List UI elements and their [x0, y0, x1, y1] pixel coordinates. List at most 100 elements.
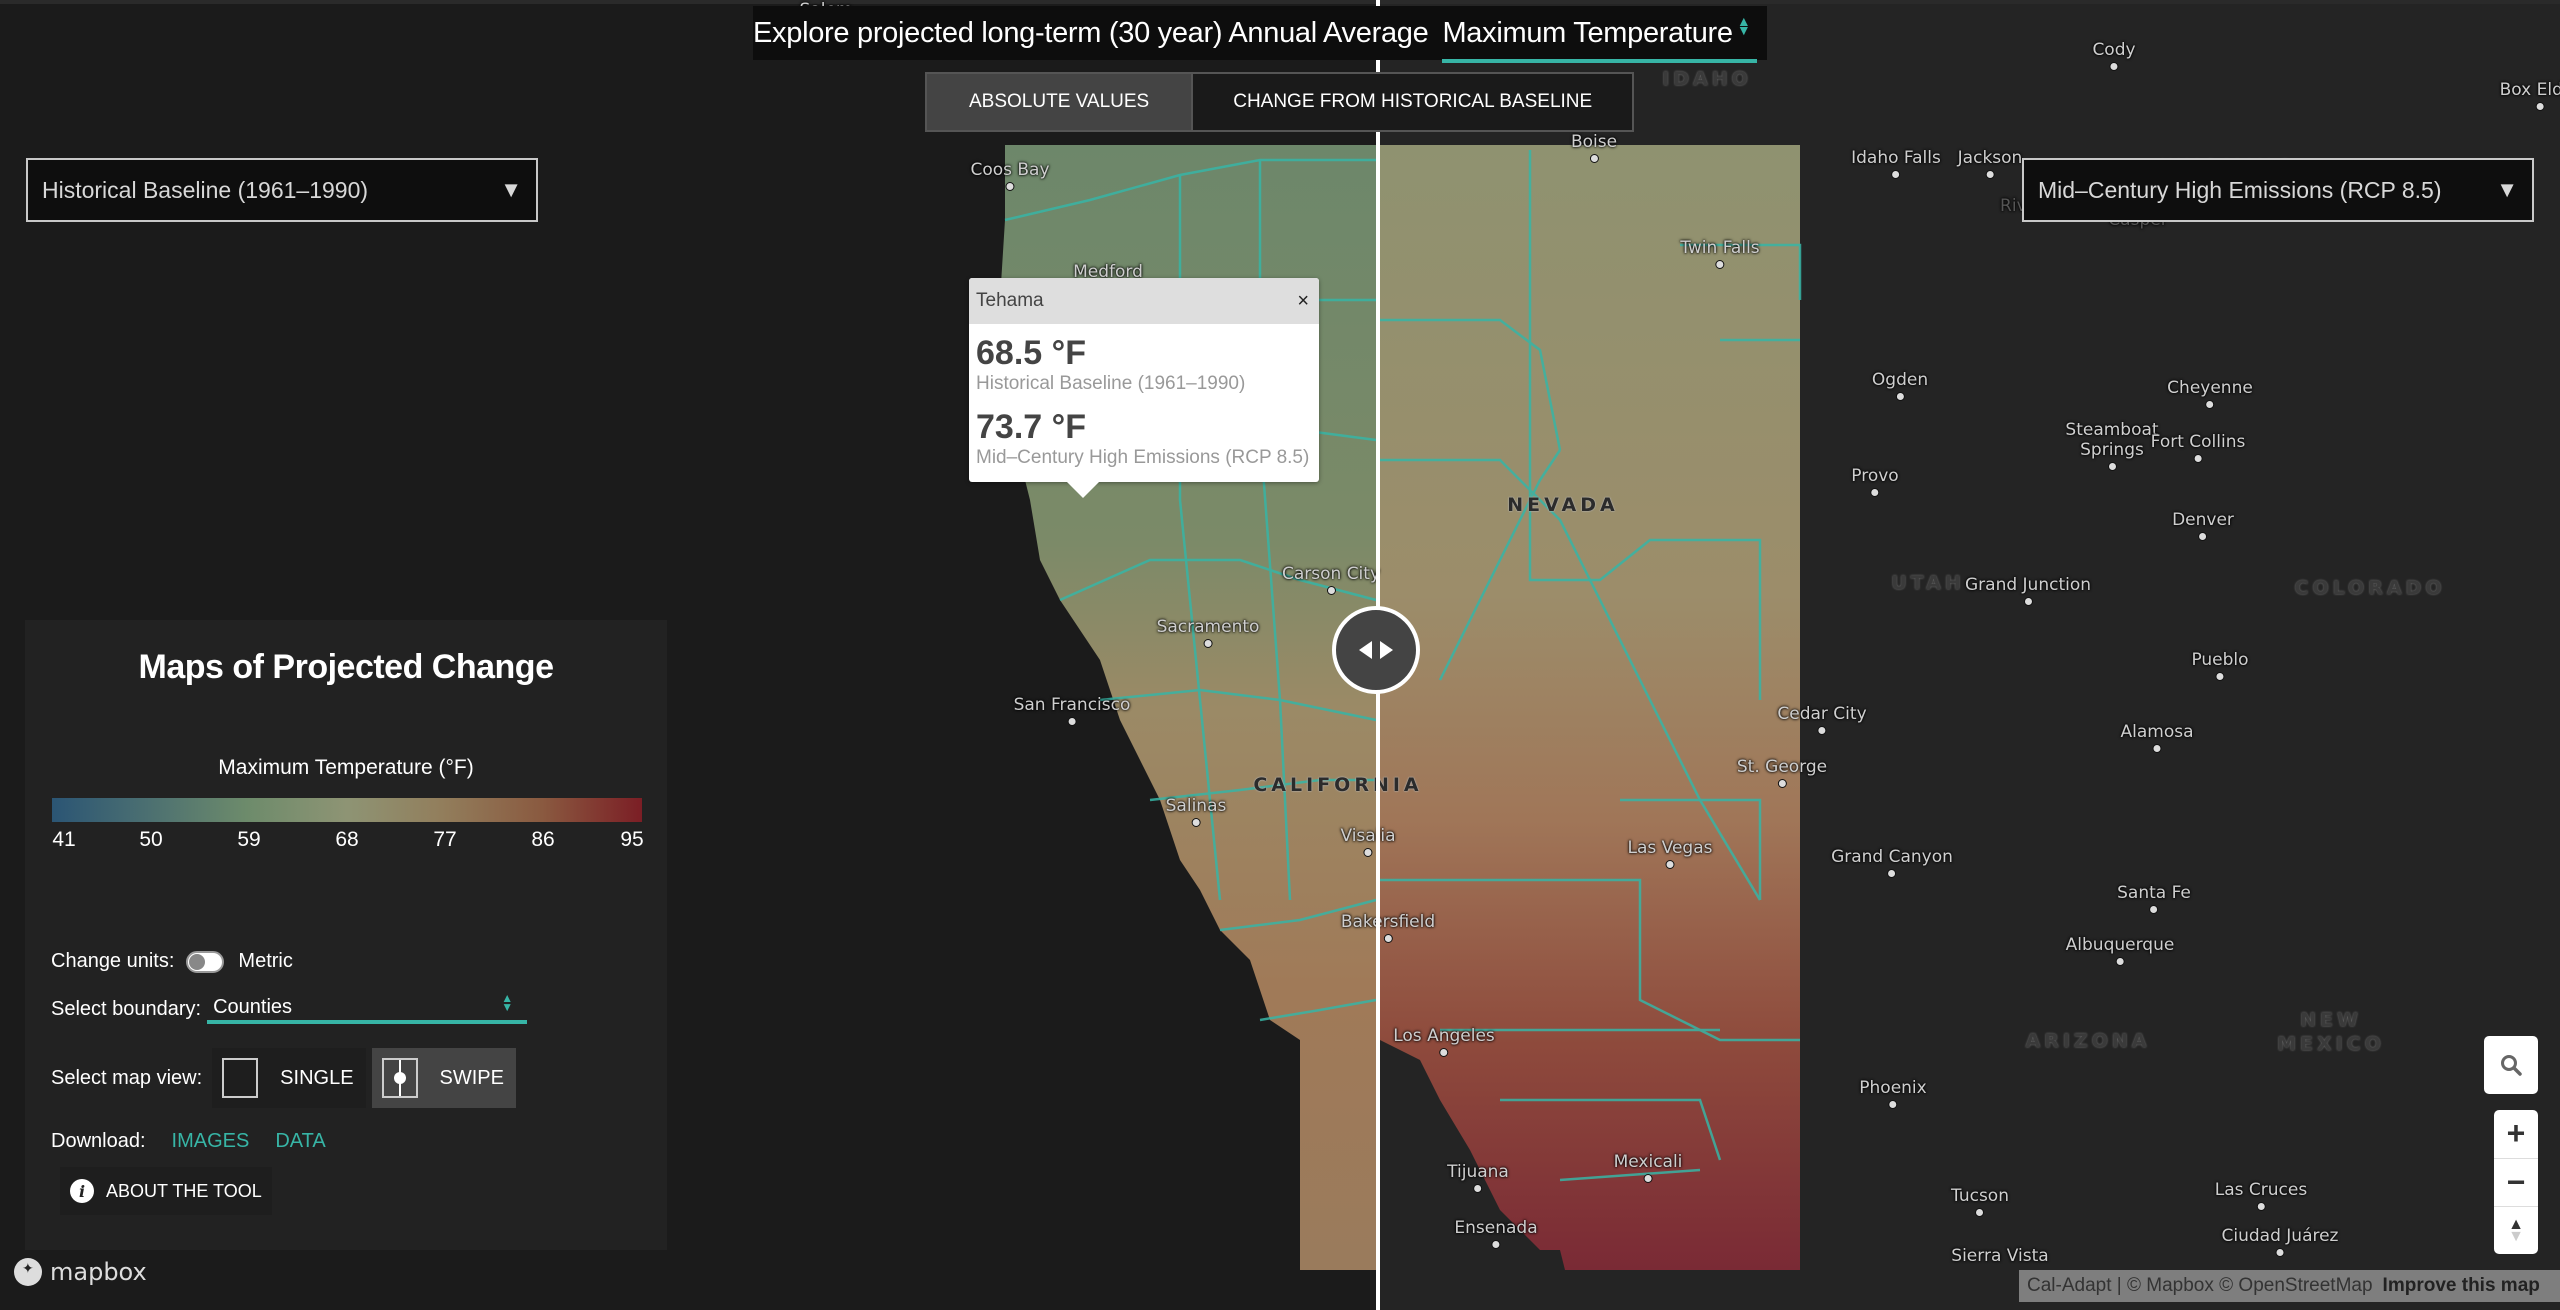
city-label: Grand Junction [1965, 575, 2091, 606]
select-caret-icon: ▲ ▼ [1736, 13, 1751, 38]
boundary-select-value: Counties [213, 995, 293, 1018]
title-bar: Explore projected long-term (30 year) An… [753, 6, 1767, 63]
popup-body: 68.5 °F Historical Baseline (1961–1990) … [969, 324, 1319, 482]
city-label: Salinas [1166, 796, 1226, 827]
map-attribution: Cal-Adapt | © Mapbox © OpenStreetMap Imp… [2019, 1270, 2560, 1302]
units-label: Change units: [51, 950, 175, 972]
state-label: CALIFORNIA [1253, 774, 1423, 796]
compass-south-icon: ▼ [2508, 1227, 2524, 1245]
state-label: ARIZONA [2025, 1030, 2151, 1052]
city-label: Las Cruces [2215, 1180, 2307, 1211]
navigation-control: + − ▲ ▼ [2494, 1110, 2538, 1254]
state-label: NEVADA [1507, 494, 1619, 516]
city-label: Jackson [1958, 148, 2022, 179]
zoom-out-button[interactable]: − [2494, 1159, 2538, 1208]
legend-tick: 68 [335, 828, 359, 851]
right-scenario-select[interactable]: Mid–Century High Emissions (RCP 8.5) ▼ [2022, 158, 2534, 222]
city-label: Bakersfield [1341, 912, 1435, 943]
mapview-label: Select map view: [51, 1066, 203, 1089]
geocoder-control[interactable] [2484, 1036, 2538, 1094]
city-label: Box Elder [2500, 80, 2560, 111]
city-label: Las Vegas [1628, 838, 1712, 869]
legend-tick: 41 [52, 828, 76, 851]
mapbox-logo-icon [14, 1258, 42, 1286]
city-label: Albuquerque [2066, 935, 2174, 966]
boundary-label: Select boundary: [51, 997, 202, 1020]
units-option-label: Metric [238, 950, 293, 972]
city-label: Denver [2172, 510, 2234, 541]
city-label: Santa Fe [2117, 883, 2191, 914]
download-images-link[interactable]: IMAGES [172, 1130, 250, 1153]
city-label: Coos Bay [970, 160, 1050, 191]
popup-projected-value: 73.7 °F [976, 408, 1086, 446]
left-scenario-value: Historical Baseline (1961–1990) [42, 176, 369, 203]
city-label: Tijuana [1447, 1162, 1509, 1193]
single-view-button[interactable]: SINGLE [212, 1048, 366, 1108]
legend-colorbar [52, 798, 642, 822]
city-label: Mexicali [1614, 1152, 1682, 1183]
city-label: Idaho Falls [1851, 148, 1941, 179]
absolute-values-button[interactable]: ABSOLUTE VALUES [927, 74, 1194, 130]
mapbox-logo-text: mapbox [50, 1258, 147, 1286]
city-label: Ciudad Juárez [2222, 1226, 2338, 1257]
city-label: Ensenada [1454, 1218, 1538, 1249]
single-view-label: SINGLE [280, 1066, 354, 1089]
city-label: Twin Falls [1680, 238, 1760, 269]
swipe-view-label: SWIPE [439, 1066, 504, 1089]
panel-title: Maps of Projected Change [138, 648, 554, 686]
search-button[interactable] [2484, 1036, 2538, 1094]
city-label: Cody [2092, 40, 2136, 71]
city-label: Sierra Vista [1951, 1246, 2049, 1266]
legend-tick: 50 [139, 828, 163, 851]
download-label: Download: [51, 1130, 146, 1152]
metric-toggle[interactable] [186, 950, 225, 973]
mapview-row: Select map view: SINGLE SWIPE [51, 1048, 516, 1108]
toggle-knob [189, 953, 206, 970]
search-icon [2501, 1055, 2522, 1076]
dropdown-arrow-icon: ▼ [2496, 177, 2518, 202]
boundary-select[interactable]: Counties ▲ ▼ [207, 991, 528, 1024]
city-label: St. George [1737, 757, 1827, 788]
improve-map-link[interactable]: Improve this map [2383, 1275, 2540, 1297]
left-scenario-select[interactable]: Historical Baseline (1961–1990) ▼ [26, 158, 538, 222]
info-icon: i [70, 1179, 94, 1203]
swipe-view-icon [381, 1058, 418, 1098]
swipe-view-button[interactable]: SWIPE [371, 1048, 516, 1108]
popup-title: Tehama [976, 290, 1044, 311]
legend-tick: 86 [531, 828, 555, 851]
download-row: Download: IMAGES DATA [51, 1130, 326, 1153]
city-label: Ogden [1872, 370, 1928, 401]
close-icon[interactable]: × [1297, 290, 1309, 313]
swipe-handle[interactable] [1332, 606, 1420, 694]
state-label: NEW MEXICO [2277, 1009, 2385, 1055]
legend-title: Maximum Temperature (°F) [218, 756, 474, 779]
variable-select-value: Maximum Temperature [1442, 16, 1733, 49]
attribution-text: Cal-Adapt | © Mapbox © OpenStreetMap [2027, 1275, 2373, 1296]
variable-select[interactable]: Maximum Temperature ▲ ▼ [1442, 7, 1757, 63]
city-label: Phoenix [1859, 1078, 1927, 1109]
city-label: Provo [1851, 466, 1899, 497]
arrow-right-icon [1380, 641, 1393, 659]
download-data-link[interactable]: DATA [275, 1130, 325, 1153]
city-label: Pueblo [2191, 650, 2249, 681]
mapbox-logo[interactable]: mapbox [14, 1258, 147, 1286]
city-label: San Francisco [1014, 695, 1130, 726]
city-label: Visalia [1340, 826, 1396, 857]
city-label: Los Angeles [1393, 1026, 1495, 1057]
about-tool-button[interactable]: i ABOUT THE TOOL [60, 1167, 272, 1215]
legend-tick: 59 [237, 828, 261, 851]
popup-header: Tehama × [969, 278, 1319, 324]
popup-projected-label: Mid–Century High Emissions (RCP 8.5) [976, 447, 1310, 468]
select-caret-icon: ▲ ▼ [501, 991, 514, 1014]
city-label: Cedar City [1777, 704, 1867, 735]
legend-ticks: 41 50 59 68 77 86 95 [52, 828, 644, 858]
dropdown-arrow-icon: ▼ [500, 177, 522, 202]
legend-tick: 95 [620, 828, 644, 851]
zoom-in-button[interactable]: + [2494, 1110, 2538, 1159]
compass-button[interactable]: ▲ ▼ [2494, 1207, 2538, 1254]
state-label: IDAHO [1662, 68, 1752, 90]
change-from-baseline-button[interactable]: CHANGE FROM HISTORICAL BASELINE [1193, 74, 1632, 130]
city-label: Sacramento [1157, 617, 1259, 648]
city-label: Alamosa [2120, 722, 2194, 753]
about-tool-label: ABOUT THE TOOL [106, 1180, 262, 1201]
